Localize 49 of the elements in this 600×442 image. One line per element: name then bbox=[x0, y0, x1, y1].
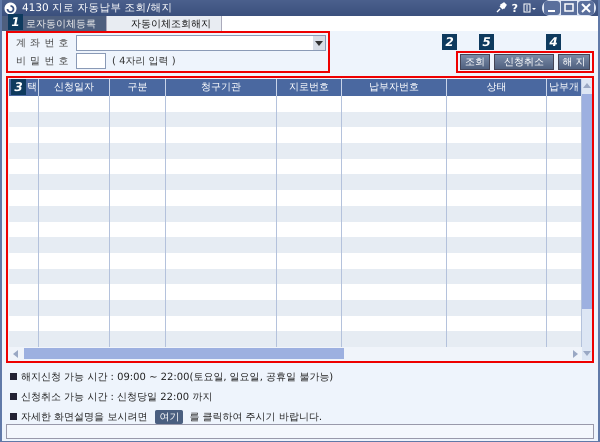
table-row[interactable] bbox=[9, 300, 582, 316]
note-text: 신청취소 가능 시간 : 신청당일 22:00 까지 bbox=[21, 390, 212, 404]
table-row[interactable] bbox=[9, 158, 582, 174]
action-button[interactable]: 조회 bbox=[460, 54, 490, 70]
tab[interactable]: 자동이체조회해지 bbox=[107, 16, 222, 31]
close-button[interactable] bbox=[578, 1, 594, 15]
scroll-right-icon[interactable] bbox=[571, 350, 579, 358]
scroll-up-icon[interactable] bbox=[583, 82, 591, 90]
field-label: 계 좌 번 호 bbox=[16, 37, 70, 50]
field-label: 비 밀 번 호 bbox=[16, 55, 70, 68]
minimize-button[interactable] bbox=[544, 1, 560, 15]
scrollbar-thumb[interactable] bbox=[582, 94, 592, 309]
table-row[interactable] bbox=[9, 206, 582, 222]
bullet-icon bbox=[10, 413, 17, 420]
table-row[interactable] bbox=[9, 112, 582, 128]
field-hint: ( 4자리 입력 ) bbox=[112, 55, 176, 68]
note-text: 해지신청 가능 시간 : 09:00 ~ 22:00(토요일, 일요일, 공휴일 불가능) bbox=[21, 370, 334, 384]
table-row[interactable] bbox=[9, 316, 582, 332]
number-badge: 3 bbox=[11, 79, 26, 95]
note-text: 자세한 화면설명을 보시려면 bbox=[21, 410, 148, 424]
number-badge: 2 bbox=[442, 34, 457, 50]
window-title: 4130 지로 자동납부 조회/해지 bbox=[22, 1, 172, 15]
plug-icon[interactable] bbox=[494, 2, 507, 14]
scroll-down-icon[interactable] bbox=[583, 349, 591, 357]
password-field[interactable] bbox=[76, 53, 106, 69]
table-row[interactable] bbox=[9, 222, 582, 238]
scrollbar-thumb[interactable] bbox=[24, 348, 344, 359]
action-button[interactable]: 신청취소 bbox=[494, 54, 554, 70]
vertical-scrollbar[interactable] bbox=[582, 79, 592, 360]
horizontal-scrollbar[interactable] bbox=[9, 347, 582, 360]
table-row[interactable] bbox=[9, 237, 582, 253]
menu-icon[interactable] bbox=[523, 3, 537, 13]
maximize-button[interactable] bbox=[561, 1, 577, 15]
table-row[interactable] bbox=[9, 268, 582, 284]
help-button[interactable]: ? bbox=[512, 2, 518, 14]
scroll-left-icon[interactable] bbox=[12, 350, 20, 358]
action-button[interactable]: 해 지 bbox=[558, 54, 590, 70]
bullet-icon bbox=[10, 393, 17, 400]
number-badge: 1 bbox=[8, 14, 23, 30]
refresh-icon bbox=[4, 2, 17, 14]
table-row[interactable] bbox=[9, 331, 582, 347]
table-row[interactable] bbox=[9, 174, 582, 190]
number-badge: 4 bbox=[546, 34, 561, 50]
number-badge: 5 bbox=[479, 34, 494, 50]
note-text: 를 클릭하여 주시기 바랍니다. bbox=[189, 410, 322, 424]
table-row[interactable] bbox=[9, 143, 582, 159]
bullet-icon bbox=[10, 373, 17, 380]
help-link-button[interactable]: 여기 bbox=[155, 410, 184, 424]
column-header[interactable]: 택 bbox=[27, 79, 37, 96]
